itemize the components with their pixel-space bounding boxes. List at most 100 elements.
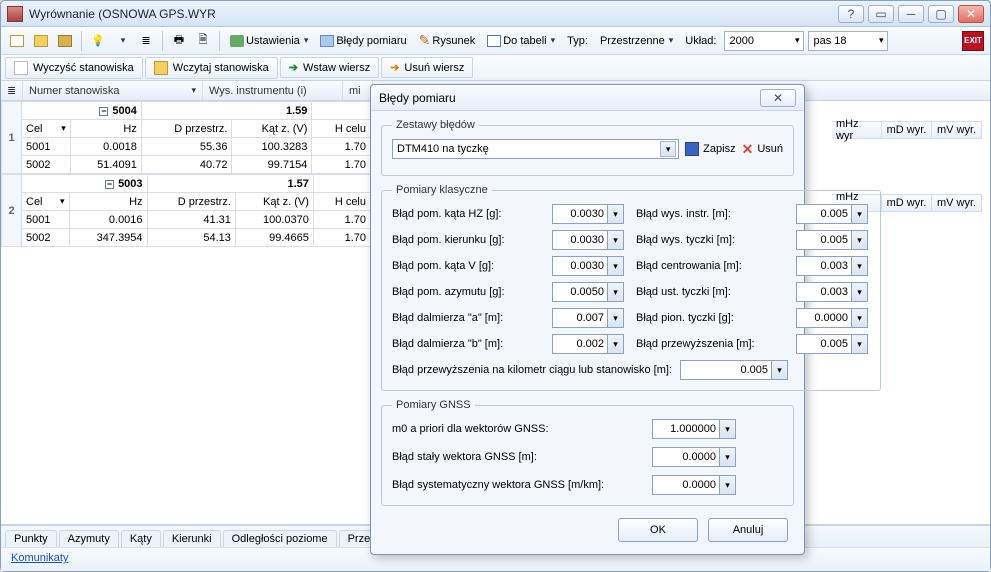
dialog-close-button[interactable]: ✕ [760,89,796,107]
bottom-tab[interactable]: Kierunki [163,530,221,547]
right-col-header[interactable]: mHz wyr [832,121,882,139]
maximize-button[interactable]: ▢ [928,5,954,23]
bulb-icon[interactable]: 💡 [88,31,108,51]
table-row[interactable]: 5001 0.0016 41.31 100.0370 1.70 [2,211,371,229]
sheet-button[interactable]: ▭ [868,5,894,23]
uklad-select[interactable]: 2000 ▾ [724,31,804,51]
col-kat[interactable]: Kąt z. (V) [235,193,313,211]
col-wys-instrumentu[interactable]: Wys. instrumentu (i) [203,81,343,100]
pion-input[interactable]: 0.0000▾ [796,308,870,328]
ok-button[interactable]: OK [618,518,698,542]
right-col-header[interactable]: mD wyr. [882,121,932,139]
zestaw-select[interactable]: DTM410 na tyczkę ▾ [392,139,679,159]
wt-label: Błąd wys. tyczki [m]: [636,234,786,246]
sys-input[interactable]: 0.0000▾ [652,475,742,495]
minimize-button[interactable]: ─ [898,5,924,23]
wstaw-wiersz-button[interactable]: ➔ Wstaw wiersz [280,57,379,78]
dotabeli-menu[interactable]: Do tabeli [483,35,559,47]
bottom-tab[interactable]: Punkty [5,530,57,547]
zapisz-button[interactable]: Zapisz [685,142,735,156]
collapse-icon[interactable]: − [105,180,114,189]
pion-label: Błąd pion. tyczki [g]: [636,312,786,324]
close-button[interactable]: ✕ [958,5,984,23]
rysunek-button[interactable]: ✎ Rysunek [415,32,480,49]
bledy-pomiaru-button[interactable]: Błędy pomiaru [316,35,410,47]
bledy-pomiaru-dialog: Błędy pomiaru ✕ Zestawy błędów DTM410 na… [370,84,805,555]
wyczysc-stanowiska-button[interactable]: Wyczyść stanowiska [5,57,143,79]
x-icon: ✕ [742,141,754,158]
przkm-input[interactable]: 0.005▾ [680,360,790,380]
wys-instr: 1.59 [141,102,312,120]
row-number: 2 [2,175,22,247]
anuluj-button[interactable]: Anuluj [708,518,788,542]
col-hz[interactable]: Hz [69,193,147,211]
grid-corner[interactable]: ≣ [1,81,23,100]
collapse-icon[interactable]: − [99,107,108,116]
load-icon [154,61,168,75]
right-col-header[interactable]: mD wyr. [882,194,932,212]
zestaw-value: DTM410 na tyczkę [397,143,489,155]
help-button[interactable]: ? [838,5,864,23]
bottom-tab[interactable]: Azymuty [59,530,119,547]
clear-icon [14,61,28,75]
v-input[interactable]: 0.0030▾ [552,256,626,276]
main-toolbar: 💡 ≣ 🖶 🗎 Ustawienia Błędy pomiaru ✎ Rysun… [1,27,990,55]
exit-icon[interactable]: EXIT [962,31,984,51]
station-number[interactable]: −5003 [22,175,148,193]
usun-button[interactable]: ✕ Usuń [742,141,783,158]
col-mi[interactable]: mi [343,81,373,100]
bottom-tab[interactable]: Kąty [121,530,161,547]
station-number[interactable]: −5004 [22,102,142,120]
stations-toolbar: Wyczyść stanowiska Wczytaj stanowiska ➔ … [1,55,990,81]
kier-input[interactable]: 0.0030▾ [552,230,626,250]
bulb-dropdown[interactable] [112,31,132,51]
ustawienia-menu[interactable]: Ustawienia [226,35,312,47]
da-input[interactable]: 0.007▾ [552,308,626,328]
da-label: Błąd dalmierza "a" [m]: [392,312,542,324]
save-icon[interactable] [55,31,75,51]
db-input[interactable]: 0.002▾ [552,334,626,354]
komunikaty-link[interactable]: Komunikaty [11,552,68,564]
ust-input[interactable]: 0.003▾ [796,282,870,302]
pas-select[interactable]: pas 18 ▾ [808,31,888,51]
col-hcelu[interactable]: H celu [312,120,371,138]
az-input[interactable]: 0.0050▾ [552,282,626,302]
col-dp[interactable]: D przestrz. [141,120,232,138]
bledy-label: Błędy pomiaru [336,35,406,47]
bs-input[interactable]: 0.0000▾ [652,447,742,467]
dialog-title: Błędy pomiaru [379,91,456,105]
col-dp[interactable]: D przestrz. [147,193,235,211]
bottom-tab[interactable]: Odległości poziome [223,530,337,547]
usun-wiersz-button[interactable]: ➔ Usuń wiersz [381,57,473,78]
wys-instr: 1.57 [147,175,313,193]
right-col-header[interactable]: mV wyr. [932,194,982,212]
col-hcelu[interactable]: H celu [313,193,370,211]
table-row[interactable]: 5002 347.3954 54.13 99.4665 1.70 [2,229,371,247]
col-cel[interactable]: Cel ▾ [22,193,70,211]
window-title: Wyrównanie (OSNOWA GPS.WYR [29,7,838,21]
open-icon[interactable] [31,31,51,51]
rysunek-label: Rysunek [432,35,475,47]
preview-icon[interactable]: 🗎 [193,31,213,51]
az-label: Błąd pom. azymutu [g]: [392,286,542,298]
col-kat[interactable]: Kąt z. (V) [232,120,312,138]
table-row[interactable]: 5002 51.4091 40.72 99.7154 1.70 [2,156,371,174]
wt-input[interactable]: 0.005▾ [796,230,870,250]
col-cel[interactable]: Cel ▾ [22,120,71,138]
right-col-header[interactable]: mV wyr. [932,121,982,139]
cen-input[interactable]: 0.003▾ [796,256,870,276]
wi-input[interactable]: 0.005▾ [796,204,870,224]
new-icon[interactable] [7,31,27,51]
print-icon[interactable]: 🖶 [169,31,189,51]
list-icon[interactable]: ≣ [136,31,156,51]
klas-legend: Pomiary klasyczne [392,184,492,196]
prz-input[interactable]: 0.005▾ [796,334,870,354]
insert-row-icon: ➔ [289,61,298,74]
table-row[interactable]: 5001 0.0018 55.36 100.3283 1.70 [2,138,371,156]
col-numer-stanowiska[interactable]: Numer stanowiska▾ [23,81,203,100]
col-hz[interactable]: Hz [70,120,141,138]
m0-input[interactable]: 1.000000▾ [652,419,742,439]
hz-input[interactable]: 0.0030▾ [552,204,626,224]
wczytaj-stanowiska-button[interactable]: Wczytaj stanowiska [145,57,278,79]
typ-select[interactable]: Przestrzenne [596,35,677,47]
